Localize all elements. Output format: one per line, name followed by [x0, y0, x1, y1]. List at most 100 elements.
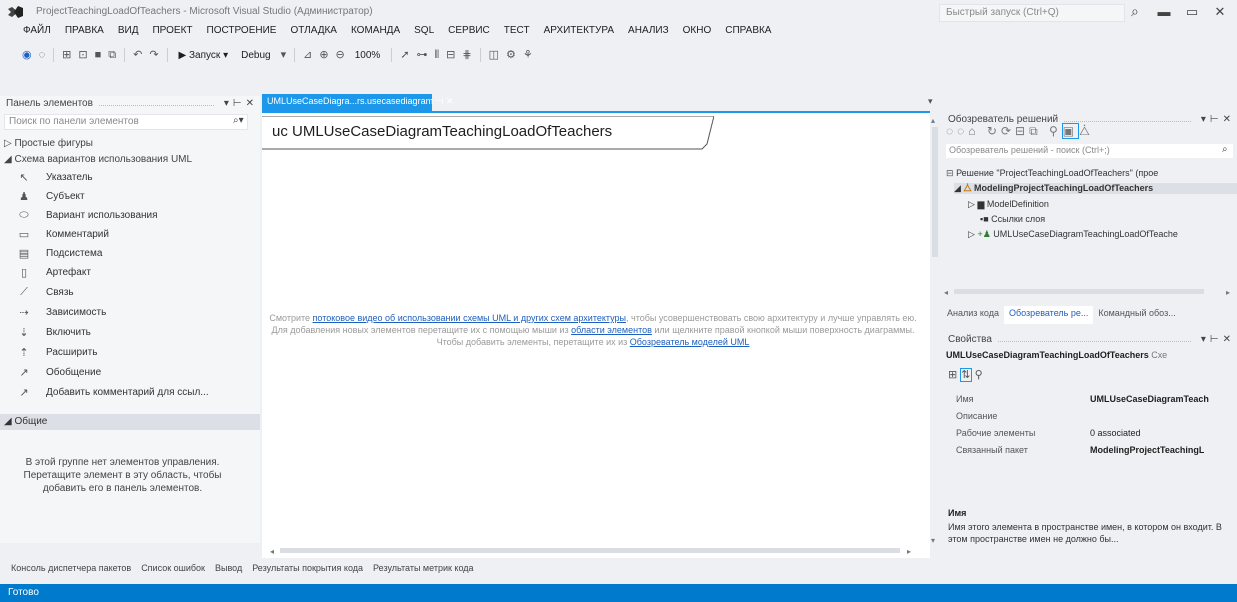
usecase-diagram-node[interactable]: ▷ +♟ UMLUseCaseDiagramTeachingLoadOfTeac…: [968, 229, 1178, 240]
document-dropdown-icon[interactable]: ▾: [928, 96, 933, 107]
project-node[interactable]: ◢ ⧊ ModelingProjectTeachingLoadOfTeacher…: [954, 183, 1237, 194]
tab-usecase-diagram[interactable]: UMLUseCaseDiagra...rs.usecasediagram ⊣ ✕: [262, 94, 454, 111]
menu-edit[interactable]: ПРАВКА: [58, 22, 111, 42]
grid-icon[interactable]: ⊟: [444, 45, 457, 65]
vertical-scrollbar[interactable]: ▴ ▾: [930, 115, 940, 545]
menu-build[interactable]: ПОСТРОЕНИЕ: [200, 22, 284, 42]
sync-icon[interactable]: ↻: [987, 124, 1001, 138]
group-simple-shapes[interactable]: ▷ Простые фигуры: [4, 138, 93, 149]
tab-error-list[interactable]: Список ошибок: [136, 560, 210, 578]
solution-search-input[interactable]: Обозреватель решений - поиск (Ctrl+;): [946, 144, 1233, 158]
new-project-icon[interactable]: ⊞: [60, 45, 73, 65]
view-class-diagram-icon[interactable]: ⧊: [1079, 124, 1094, 138]
zoom-dropdown[interactable]: 100%: [350, 48, 386, 63]
menu-test[interactable]: ТЕСТ: [497, 22, 537, 42]
menu-tools[interactable]: СЕРВИС: [441, 22, 497, 42]
close-icon[interactable]: ✕: [246, 98, 254, 109]
menu-window[interactable]: ОКНО: [676, 22, 719, 42]
property-row[interactable]: Описание: [956, 411, 1237, 425]
search-icon[interactable]: ⌕: [1131, 3, 1139, 20]
property-row[interactable]: Имя UMLUseCaseDiagramTeach: [956, 394, 1237, 408]
navigate-forward-icon[interactable]: ◌: [37, 45, 48, 65]
chevron-down-icon[interactable]: ▾: [279, 45, 289, 65]
close-button[interactable]: ✕: [1206, 2, 1234, 22]
dropdown-icon[interactable]: ▾: [224, 98, 229, 109]
dropdown-icon[interactable]: ▾: [1201, 334, 1206, 345]
refresh-icon[interactable]: ⟳: [1001, 124, 1015, 138]
menu-analyze[interactable]: АНАЛИЗ: [621, 22, 676, 42]
properties-icon[interactable]: ⚙: [504, 45, 518, 65]
properties-icon[interactable]: ⚲: [1049, 124, 1062, 138]
quick-launch-input[interactable]: Быстрый запуск (Ctrl+Q): [939, 4, 1125, 22]
tab-code-metrics[interactable]: Результаты метрик кода: [368, 560, 479, 578]
navigate-back-icon[interactable]: ◉: [20, 45, 34, 65]
collapsed-icon[interactable]: ▷: [968, 199, 975, 209]
close-icon[interactable]: ✕: [1223, 114, 1231, 125]
toolbox-item-pointer[interactable]: ↖ Указатель: [16, 169, 92, 185]
group-general[interactable]: ◢ Общие: [0, 414, 260, 430]
diagram-tool-icon[interactable]: ⊿: [301, 45, 314, 65]
toolbox-item-extend[interactable]: ⇡ Расширить: [16, 344, 97, 360]
configuration-dropdown[interactable]: Debug: [236, 48, 275, 63]
zoom-out-icon[interactable]: ⊖: [334, 45, 347, 65]
menu-view[interactable]: ВИД: [111, 22, 146, 42]
collapsed-icon[interactable]: ▷: [968, 229, 975, 239]
video-link[interactable]: потоковое видео об использовании схемы U…: [313, 313, 626, 323]
toolbox-item-actor[interactable]: ♟ Субъект: [16, 188, 85, 204]
search-icon[interactable]: ⌕▾: [233, 115, 244, 126]
format-icon[interactable]: ⋕: [460, 45, 473, 65]
toolbox-item-dependency[interactable]: ⇢ Зависимость: [16, 304, 106, 320]
menu-debug[interactable]: ОТЛАДКА: [283, 22, 344, 42]
layout-icon[interactable]: ⊶: [415, 45, 430, 65]
property-row[interactable]: Рабочие элементы 0 associated: [956, 428, 1237, 442]
properties-object-selector[interactable]: UMLUseCaseDiagramTeachingLoadOfTeachers …: [946, 350, 1236, 360]
group-uml-usecase[interactable]: ◢ Схема вариантов использования UML: [4, 154, 192, 165]
tab-team-explorer[interactable]: Командный обоз...: [1093, 306, 1180, 324]
solution-hscrollbar[interactable]: ◂ ▸: [944, 287, 1234, 296]
extensions-icon[interactable]: ⚘: [521, 45, 535, 65]
align-icon[interactable]: ⫴: [433, 45, 442, 65]
save-icon[interactable]: ■: [93, 45, 104, 65]
uml-model-explorer-link[interactable]: Обозреватель моделей UML: [630, 337, 750, 347]
forward-icon[interactable]: ◌: [957, 124, 968, 138]
alphabetical-icon[interactable]: ⇅: [960, 368, 972, 382]
tab-solution-explorer[interactable]: Обозреватель ре...: [1004, 306, 1094, 324]
pin-icon[interactable]: ⊢: [1210, 114, 1219, 125]
close-icon[interactable]: ✕: [446, 96, 454, 106]
preview-icon[interactable]: ▣: [1061, 123, 1080, 139]
toolbox-item-artifact[interactable]: ▯ Артефакт: [16, 264, 91, 280]
toolbox-item-comment[interactable]: ▭ Комментарий: [16, 226, 109, 242]
pin-icon[interactable]: ⊣: [436, 96, 444, 106]
menu-architecture[interactable]: АРХИТЕКТУРА: [537, 22, 621, 42]
tab-package-manager-console[interactable]: Консоль диспетчера пакетов: [6, 560, 136, 578]
toolbox-link[interactable]: области элементов: [571, 325, 652, 335]
property-row[interactable]: Связанный пакет ModelingProjectTeachingL: [956, 445, 1237, 459]
tab-code-coverage[interactable]: Результаты покрытия кода: [247, 560, 368, 578]
expand-icon[interactable]: ◢: [954, 183, 961, 193]
dropdown-icon[interactable]: ▾: [1201, 114, 1206, 125]
toolbox-item-include[interactable]: ⇣ Включить: [16, 324, 90, 340]
toolbox-item-generalization[interactable]: ↗ Обобщение: [16, 364, 101, 380]
back-icon[interactable]: ◌: [946, 124, 957, 138]
window-layout-icon[interactable]: ◫: [487, 45, 501, 65]
menu-file[interactable]: ФАЙЛ: [16, 22, 58, 42]
toolbox-item-association[interactable]: ⟋ Связь: [16, 284, 74, 300]
menu-help[interactable]: СПРАВКА: [718, 22, 778, 42]
model-definition-node[interactable]: ▷ ▆ ModelDefinition: [968, 199, 1049, 210]
pin-icon[interactable]: ⊢: [1210, 334, 1219, 345]
maximize-button[interactable]: ▭: [1178, 2, 1206, 22]
toolbox-item-comment-link[interactable]: ↗ Добавить комментарий для ссыл...: [16, 384, 208, 400]
pointer-tool-icon[interactable]: ➚: [398, 45, 411, 65]
start-debugging-button[interactable]: ▶ Запуск ▾: [174, 48, 234, 63]
property-pages-icon[interactable]: ⚲: [975, 369, 983, 381]
menu-project[interactable]: ПРОЕКТ: [145, 22, 199, 42]
minimize-button[interactable]: ▬: [1150, 2, 1178, 22]
menu-team[interactable]: КОМАНДА: [344, 22, 407, 42]
redo-icon[interactable]: ↷: [147, 45, 160, 65]
home-icon[interactable]: ⌂: [968, 124, 979, 138]
layer-references-node[interactable]: ▪■ Ссылки слоя: [980, 214, 1045, 224]
horizontal-scrollbar[interactable]: ◂ ▸: [270, 546, 915, 555]
solution-node[interactable]: ⊟ Решение "ProjectTeachingLoadOfTeachers…: [946, 168, 1158, 179]
close-icon[interactable]: ✕: [1223, 334, 1231, 345]
toolbox-item-usecase[interactable]: ⬭ Вариант использования: [16, 207, 157, 223]
